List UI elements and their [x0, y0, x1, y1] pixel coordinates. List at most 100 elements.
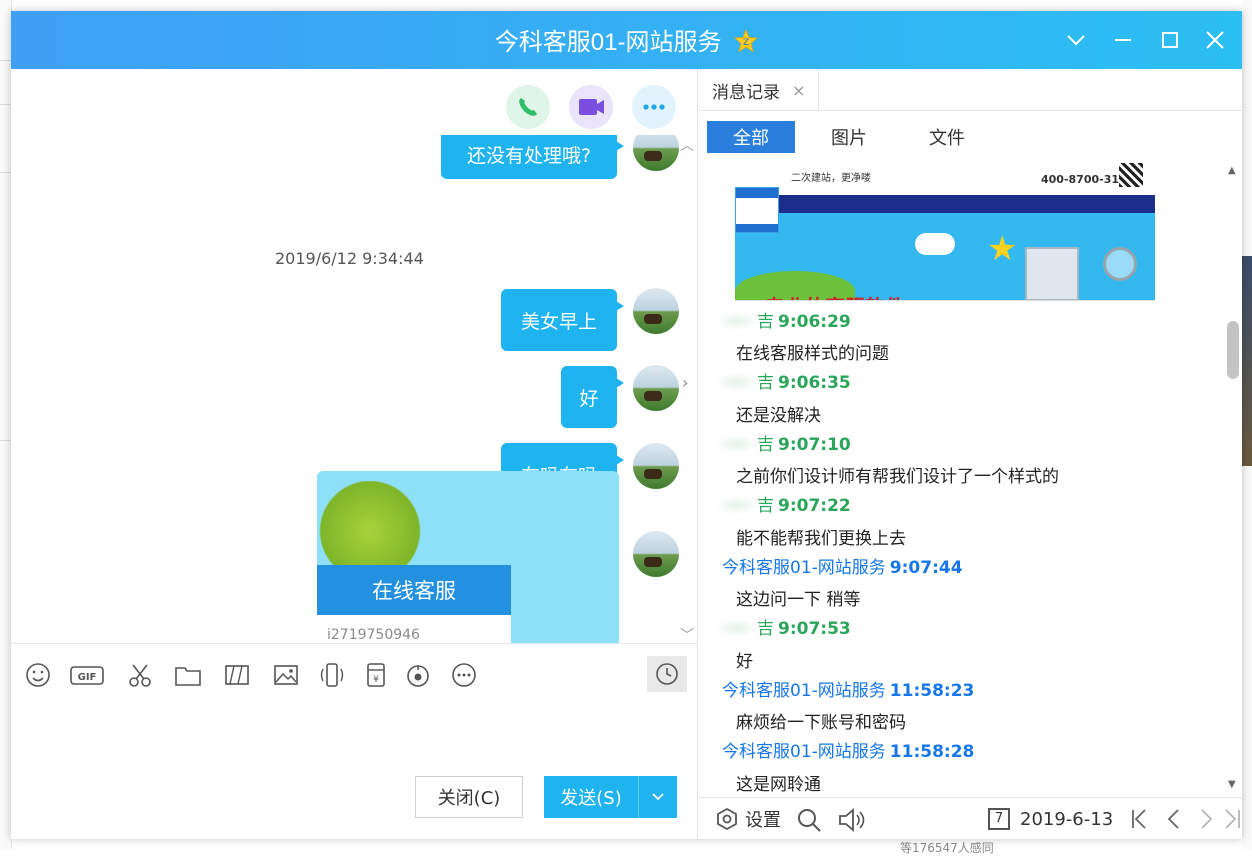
screenshot-collage-icon[interactable]: [222, 660, 252, 690]
settings-label: 设置: [745, 810, 781, 831]
history-entry-text: 好: [736, 652, 753, 672]
history-pane: 消息记录 × 全部 图片 文件 二次建站，更净喽 400-8700-317 ★ …: [699, 69, 1242, 839]
more-icon: [643, 104, 665, 110]
gear-icon: [717, 807, 737, 831]
star-character-icon: ★: [987, 229, 1018, 269]
chevron-up-icon[interactable]: ︿: [680, 135, 694, 155]
filter-all[interactable]: 全部: [707, 121, 795, 153]
widget-line: i2719750946: [327, 627, 420, 643]
folder-icon[interactable]: [173, 660, 203, 690]
calendar-icon: 7: [988, 808, 1010, 830]
history-entry-header: 吉 9:07:53: [717, 614, 851, 639]
phone-call-button[interactable]: [506, 85, 550, 129]
zoom-in-icon[interactable]: [1103, 247, 1137, 281]
previous-page-icon[interactable]: [1161, 806, 1187, 832]
title-bar[interactable]: 今科客服01-网站服务 Z: [11, 11, 1242, 69]
next-page-icon[interactable]: [1193, 806, 1219, 832]
avatar[interactable]: [633, 365, 679, 411]
background-bottom-text: 等176547人感同: [900, 841, 994, 855]
date-value: 2019-6-13: [1020, 808, 1114, 830]
screenshot-menu: [735, 187, 779, 233]
history-entry-header: 吉 9:06:29: [717, 307, 851, 332]
blurred-name: [717, 619, 757, 637]
history-entry-text: 之前你们设计师有帮我们设计了一个样式的: [736, 467, 1059, 487]
svg-text:¥: ¥: [373, 675, 379, 685]
avatar[interactable]: [633, 443, 679, 489]
chevron-down-icon[interactable]: ﹀: [680, 625, 694, 643]
svg-text:Z: Z: [743, 38, 749, 48]
tab-message-history[interactable]: 消息记录 ×: [699, 69, 819, 111]
minimize-icon[interactable]: [1108, 25, 1138, 55]
gif-icon[interactable]: GIF: [69, 660, 105, 690]
message-list[interactable]: 还没有处理哦? ︿ 2019/6/12 9:34:44 美女早上 好 在吗在吗 …: [11, 135, 698, 643]
message-timestamp: 2019/6/12 9:34:44: [275, 249, 424, 268]
avatar[interactable]: [633, 531, 679, 577]
star-badge-icon: Z: [734, 29, 759, 53]
image-icon[interactable]: [271, 660, 301, 690]
message-bubble[interactable]: 还没有处理哦?: [441, 135, 624, 179]
blurred-name: [717, 312, 757, 330]
history-entry-text: 能不能帮我们更换上去: [736, 529, 906, 549]
history-entry-text: 这是网聆通: [736, 775, 821, 795]
filter-files[interactable]: 文件: [903, 121, 991, 153]
close-tab-icon[interactable]: ×: [792, 81, 805, 100]
scrollbar-thumb[interactable]: [1227, 321, 1239, 379]
filter-images[interactable]: 图片: [805, 121, 893, 153]
date-picker[interactable]: 7 2019-6-13: [988, 806, 1113, 832]
scissors-icon[interactable]: [125, 660, 155, 690]
avatar[interactable]: [633, 288, 679, 334]
screenshot-tagline: 二次建站，更净喽: [791, 173, 871, 184]
tab-label: 消息记录: [712, 82, 780, 103]
music-icon[interactable]: [403, 660, 433, 690]
message-input[interactable]: 关闭(C) 发送(S): [11, 705, 698, 839]
image-message[interactable]: 在线客服 i2719750946: [317, 471, 619, 643]
speaker-icon[interactable]: [837, 806, 869, 834]
window-title: 今科客服01-网站服务 Z: [11, 22, 1242, 57]
clock-icon: [656, 663, 678, 685]
maximize-icon[interactable]: [1155, 25, 1185, 55]
background-right-image: [1242, 256, 1252, 466]
input-toolbar: GIF ¥: [11, 643, 698, 705]
scroll-up-icon[interactable]: ▲: [1228, 165, 1236, 176]
history-entry-header: 吉 9:06:35: [717, 368, 851, 393]
avatar[interactable]: [633, 135, 679, 171]
last-page-icon[interactable]: [1221, 806, 1242, 832]
close-button[interactable]: 关闭(C): [415, 776, 523, 818]
first-page-icon[interactable]: [1127, 806, 1153, 832]
message-history-button[interactable]: [647, 656, 687, 692]
chevron-down-icon[interactable]: [1061, 25, 1091, 55]
history-entry-text: 还是没解决: [736, 406, 821, 426]
phone-icon: [519, 98, 537, 116]
message-bubble[interactable]: 美女早上: [501, 289, 624, 351]
history-image-screenshot[interactable]: 二次建站，更净喽 400-8700-317 ★ 专业的客服软件: [735, 161, 1155, 301]
expand-panel-chevron-icon[interactable]: ›: [682, 373, 688, 392]
send-button[interactable]: 发送(S): [544, 776, 677, 818]
close-icon[interactable]: [1200, 25, 1230, 55]
search-icon[interactable]: [796, 807, 822, 833]
history-entry-header: 吉 9:07:10: [717, 430, 851, 455]
shake-icon[interactable]: [317, 660, 347, 690]
history-footer: 设置 7 2019-6-13: [699, 797, 1242, 839]
more-options-icon[interactable]: [449, 660, 479, 690]
history-scrollbar[interactable]: ▲ ▼: [1224, 159, 1242, 795]
svg-text:GIF: GIF: [78, 672, 97, 683]
history-list[interactable]: 二次建站，更净喽 400-8700-317 ★ 专业的客服软件 吉9:06:29…: [699, 159, 1225, 795]
screenshot-cloud: [915, 233, 955, 255]
more-actions-button[interactable]: [632, 85, 676, 129]
emoji-icon[interactable]: [23, 660, 53, 690]
chevron-down-icon: [652, 793, 664, 801]
chat-pane: 还没有处理哦? ︿ 2019/6/12 9:34:44 美女早上 好 在吗在吗 …: [11, 69, 698, 839]
send-options-dropdown[interactable]: [639, 788, 677, 806]
video-call-button[interactable]: [569, 85, 613, 129]
history-entry-header: 今科客服01-网站服务 9:07:44: [722, 558, 963, 578]
message-bubble[interactable]: 好: [561, 366, 624, 428]
settings-button[interactable]: 设置: [715, 806, 781, 832]
screenshot-product: [1025, 247, 1079, 300]
history-entry-text: 这边问一下 稍等: [736, 590, 861, 610]
scroll-down-icon[interactable]: ▼: [1228, 779, 1236, 790]
screenshot-hotline: 400-8700-317: [1041, 173, 1127, 186]
history-entry-text: 在线客服样式的问题: [736, 344, 889, 364]
red-packet-icon[interactable]: ¥: [361, 660, 391, 690]
blurred-name: [717, 435, 757, 453]
send-button-label: 发送(S): [560, 788, 622, 809]
